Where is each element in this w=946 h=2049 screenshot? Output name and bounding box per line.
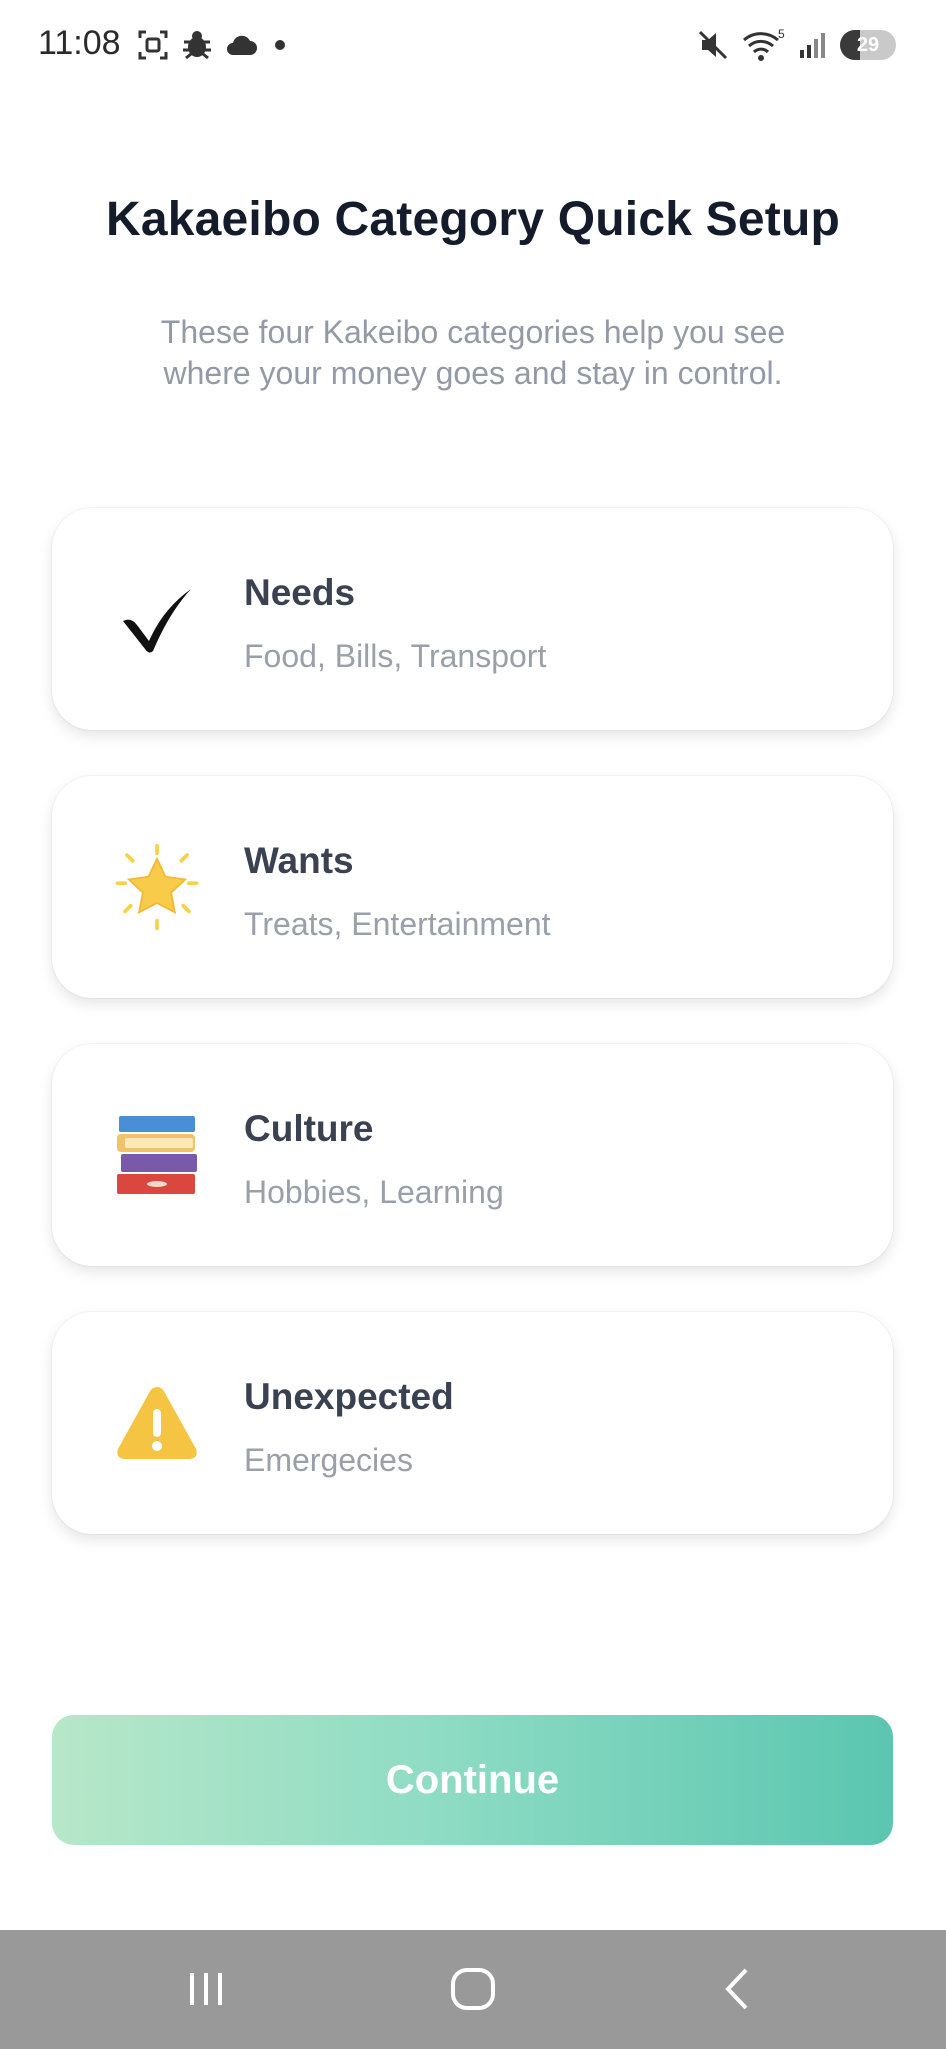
battery-level: 29 — [856, 33, 880, 56]
page-title: Kakaeibo Category Quick Setup — [105, 193, 840, 246]
recent-apps-icon — [190, 1973, 222, 2005]
category-card-unexpected[interactable]: Unexpected Emergecies — [52, 1312, 893, 1534]
category-description: Treats, Entertainment — [244, 906, 551, 942]
category-card-culture[interactable]: Culture Hobbies, Learning — [52, 1044, 893, 1266]
status-bar: 11:08 5 29 — [0, 0, 946, 92]
category-description: Hobbies, Learning — [244, 1174, 504, 1210]
dot-icon — [268, 33, 292, 57]
warning-icon — [112, 1378, 202, 1468]
mute-icon — [696, 28, 730, 62]
page-subtitle: These four Kakeibo categories help you s… — [160, 314, 786, 391]
signal-icon — [798, 30, 828, 60]
cloud-icon — [224, 31, 258, 59]
books-icon — [112, 1110, 202, 1200]
home-button[interactable] — [413, 1954, 533, 2024]
home-icon — [451, 1968, 495, 2010]
category-title: Unexpected — [244, 1376, 454, 1417]
back-button[interactable] — [676, 1954, 796, 2024]
wifi-badge: 5 — [778, 28, 785, 41]
status-left-icons — [136, 28, 292, 62]
bug-icon — [180, 28, 214, 62]
category-card-wants[interactable]: Wants Treats, Entertainment — [52, 776, 893, 998]
category-title: Wants — [244, 840, 354, 881]
battery-icon: 29 — [840, 30, 896, 60]
category-title: Culture — [244, 1108, 374, 1149]
star-icon — [112, 842, 202, 932]
status-right-icons: 5 29 — [696, 28, 896, 62]
navigation-bar — [0, 1930, 946, 2049]
status-time: 11:08 — [38, 24, 121, 62]
screenshot-icon — [136, 28, 170, 62]
category-card-needs[interactable]: Needs Food, Bills, Transport — [52, 508, 893, 730]
category-description: Food, Bills, Transport — [244, 638, 547, 674]
category-title: Needs — [244, 572, 356, 613]
back-icon — [725, 1968, 748, 2010]
checkmark-icon — [112, 574, 202, 664]
wifi-icon: 5 — [742, 28, 786, 62]
recent-apps-button[interactable] — [146, 1954, 266, 2024]
category-description: Emergecies — [244, 1442, 413, 1478]
continue-button[interactable]: Continue — [52, 1715, 893, 1845]
